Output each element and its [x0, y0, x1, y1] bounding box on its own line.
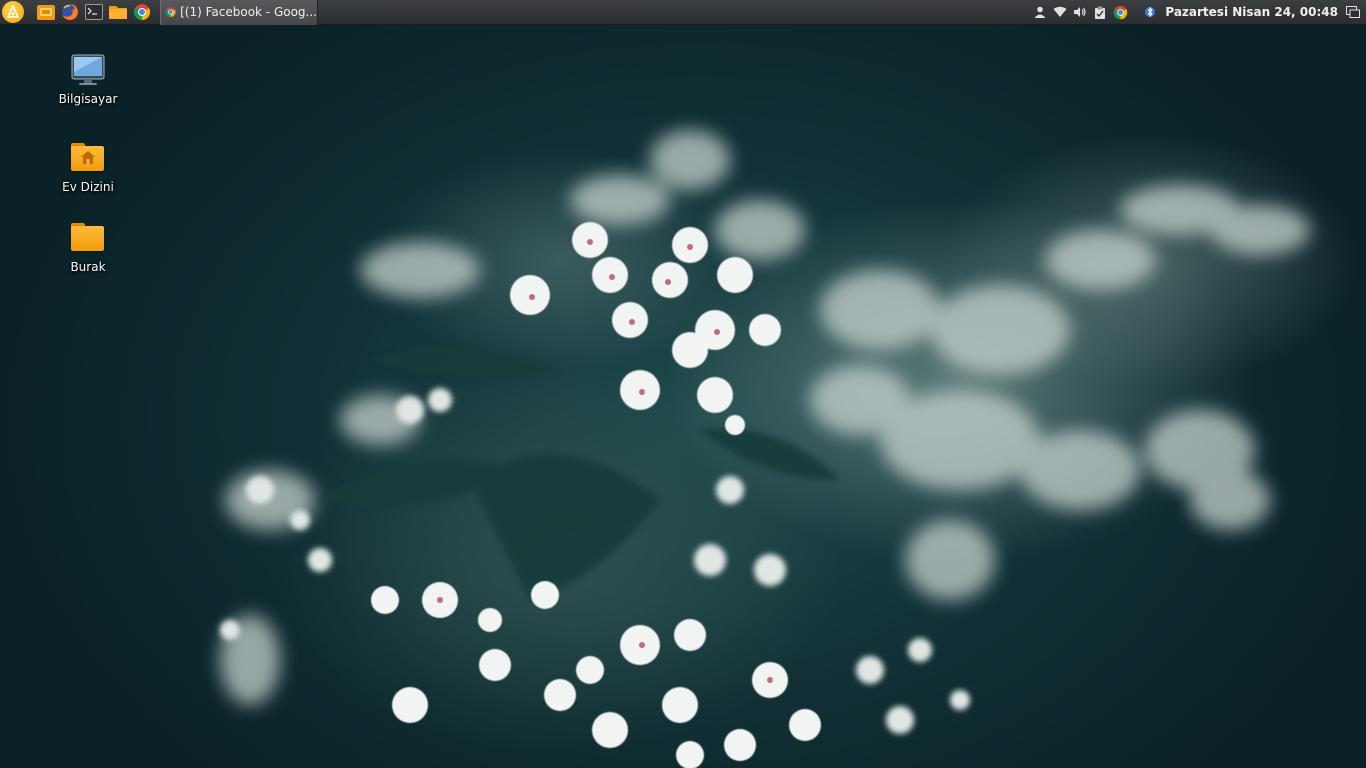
- file-manager-launcher[interactable]: [36, 2, 56, 22]
- chrome-tray-indicator[interactable]: [1111, 3, 1129, 21]
- show-desktop-icon: [1346, 6, 1360, 18]
- chrome-icon: [165, 7, 176, 17]
- desktop-wallpaper: [0, 0, 1366, 768]
- computer-icon: [68, 52, 108, 88]
- chrome-launcher[interactable]: [132, 2, 152, 22]
- clock[interactable]: Pazartesi Nisan 24, 00:48: [1165, 5, 1338, 19]
- volume-icon: [1074, 7, 1086, 17]
- folder-launcher[interactable]: [108, 2, 128, 22]
- wallpaper-flowers: [220, 130, 1310, 768]
- clipboard-icon: [1095, 6, 1106, 19]
- folder-icon: [109, 6, 127, 19]
- launcher-bar: [36, 2, 156, 22]
- folder-icon: [68, 220, 108, 256]
- desktop-icon-label: Ev Dizini: [62, 180, 114, 194]
- taskbar-window-title: [(1) Facebook - Goog...: [180, 5, 317, 19]
- system-menu-button[interactable]: [2, 1, 24, 23]
- terminal-icon: [85, 4, 103, 20]
- desktop-icon-label: Burak: [70, 260, 106, 274]
- wifi-icon: [1053, 6, 1067, 17]
- user-indicator[interactable]: [1031, 3, 1049, 21]
- taskbar-window-chrome[interactable]: [(1) Facebook - Goog...: [160, 0, 318, 25]
- chrome-icon: [1113, 5, 1128, 19]
- network-indicator[interactable]: [1051, 3, 1069, 21]
- bluetooth-icon: [1145, 6, 1156, 18]
- firefox-launcher[interactable]: [60, 2, 80, 22]
- chrome-icon: [133, 4, 151, 21]
- desktop-icon-label: Bilgisayar: [58, 92, 118, 106]
- volume-indicator[interactable]: [1071, 3, 1089, 21]
- bluetooth-indicator[interactable]: [1141, 3, 1159, 21]
- home-folder-icon: [68, 140, 108, 176]
- desktop-icon-computer[interactable]: Bilgisayar: [40, 52, 136, 106]
- firefox-icon: [62, 4, 78, 20]
- clipboard-indicator[interactable]: [1091, 3, 1109, 21]
- system-tray: Pazartesi Nisan 24, 00:48: [1029, 0, 1366, 25]
- desktop-icon-home-folder[interactable]: Ev Dizini: [40, 140, 136, 194]
- system-menu-icon: [6, 5, 20, 18]
- user-icon: [1034, 6, 1046, 18]
- show-desktop-button[interactable]: [1344, 3, 1362, 21]
- desktop-icon-burak-folder[interactable]: Burak: [40, 220, 136, 274]
- file-manager-icon: [37, 5, 55, 20]
- terminal-launcher[interactable]: [84, 2, 104, 22]
- top-panel: [(1) Facebook - Goog... Pazartesi Nisan …: [0, 0, 1366, 25]
